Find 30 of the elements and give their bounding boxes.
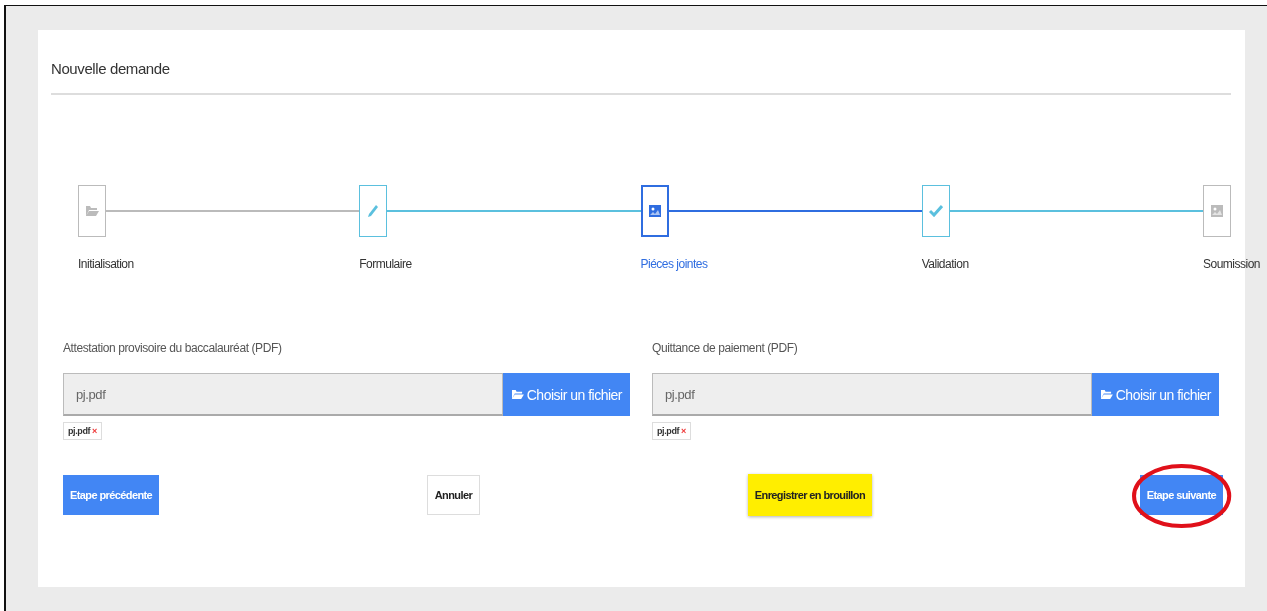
folder-icon bbox=[1099, 389, 1113, 400]
step-box[interactable] bbox=[640, 185, 669, 237]
field-label: Quittance de paiement (PDF) bbox=[652, 341, 799, 355]
action-button[interactable]: Enregistrer en brouillon bbox=[747, 474, 873, 516]
check-icon bbox=[928, 205, 943, 217]
step-label: Initialisation bbox=[78, 257, 134, 271]
action-button[interactable]: Etape suivante bbox=[1139, 475, 1223, 515]
chip-filename: pj.pdf bbox=[657, 426, 680, 436]
file-field[interactable]: pj.pdf bbox=[652, 373, 1092, 416]
step-label: Validation bbox=[921, 257, 969, 271]
step-label: Formulaire bbox=[359, 257, 412, 271]
step-box[interactable] bbox=[921, 185, 950, 237]
folder-icon bbox=[85, 205, 99, 217]
image-icon bbox=[648, 205, 661, 217]
image-icon bbox=[1211, 205, 1223, 217]
step-label: Soumission bbox=[1203, 257, 1261, 271]
step-label: Piéces jointes bbox=[640, 257, 708, 271]
pencil-icon bbox=[367, 204, 380, 218]
action-button[interactable]: Annuler bbox=[426, 475, 481, 515]
remove-file-button[interactable]: × bbox=[681, 426, 686, 436]
choose-file-button[interactable]: Choisir un fichier bbox=[1091, 373, 1219, 416]
choose-file-button[interactable]: Choisir un fichier bbox=[502, 373, 630, 416]
chip-filename: pj.pdf bbox=[68, 426, 91, 436]
step-box[interactable] bbox=[359, 185, 388, 237]
field-label: Attestation provisoire du baccalauréat (PDF) bbox=[63, 341, 283, 355]
remove-file-button[interactable]: × bbox=[92, 426, 97, 436]
card-title: Nouvelle demande bbox=[51, 60, 1231, 95]
folder-icon bbox=[510, 389, 524, 400]
action-button[interactable]: Etape précédente bbox=[63, 475, 160, 515]
file-field[interactable]: pj.pdf bbox=[63, 373, 503, 416]
